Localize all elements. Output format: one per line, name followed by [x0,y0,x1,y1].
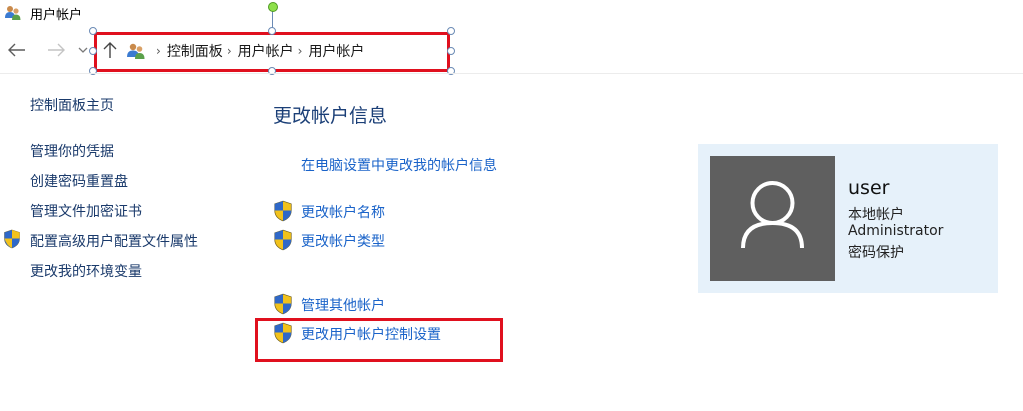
user-account-card: user 本地帐户 Administrator 密码保护 [698,144,998,293]
sidebar-item-manage-credentials[interactable]: 管理你的凭据 [30,141,114,161]
resize-handle [447,47,455,55]
uac-shield-icon [274,200,292,222]
user-silhouette-icon [741,181,804,249]
navigation-bar: › 控制面板 › 用户帐户 › 用户帐户 [0,2,1023,75]
users-icon [5,6,21,20]
rotate-handle [268,2,278,12]
divider [0,73,1023,74]
back-arrow-icon[interactable] [5,36,29,64]
avatar [710,156,835,281]
resize-handle [89,47,97,55]
account-type: 本地帐户 [848,207,904,223]
resize-handle [268,27,276,35]
password-status: 密码保护 [848,245,904,261]
manage-other-accounts-link[interactable]: 管理其他帐户 [301,295,385,315]
page-title: 更改帐户信息 [273,105,388,127]
user-name: user [848,177,890,199]
address-bar-highlight [94,32,450,72]
uac-shield-icon [274,229,292,251]
resize-handle [447,27,455,35]
title-bar: 用户帐户 [0,0,1023,26]
account-role: Administrator [848,223,944,239]
sidebar-item-environment-variables[interactable]: 更改我的环境变量 [30,261,142,281]
sidebar-item-create-reset-disk[interactable]: 创建密码重置盘 [30,171,128,191]
change-account-name-link[interactable]: 更改帐户名称 [301,202,385,222]
uac-shield-icon [4,229,20,249]
sidebar-item-manage-encryption-certs[interactable]: 管理文件加密证书 [30,201,142,221]
uac-settings-highlight [255,318,503,362]
pc-settings-link[interactable]: 在电脑设置中更改我的帐户信息 [301,155,497,175]
sidebar-item-advanced-profile-properties[interactable]: 配置高级用户配置文件属性 [30,231,198,251]
forward-arrow-icon[interactable] [44,36,68,64]
resize-handle [89,27,97,35]
sidebar-item-control-panel-home[interactable]: 控制面板主页 [30,95,114,115]
window-title: 用户帐户 [30,8,83,23]
chevron-down-icon[interactable] [76,36,90,64]
change-account-type-link[interactable]: 更改帐户类型 [301,231,385,251]
uac-shield-icon [274,293,292,315]
